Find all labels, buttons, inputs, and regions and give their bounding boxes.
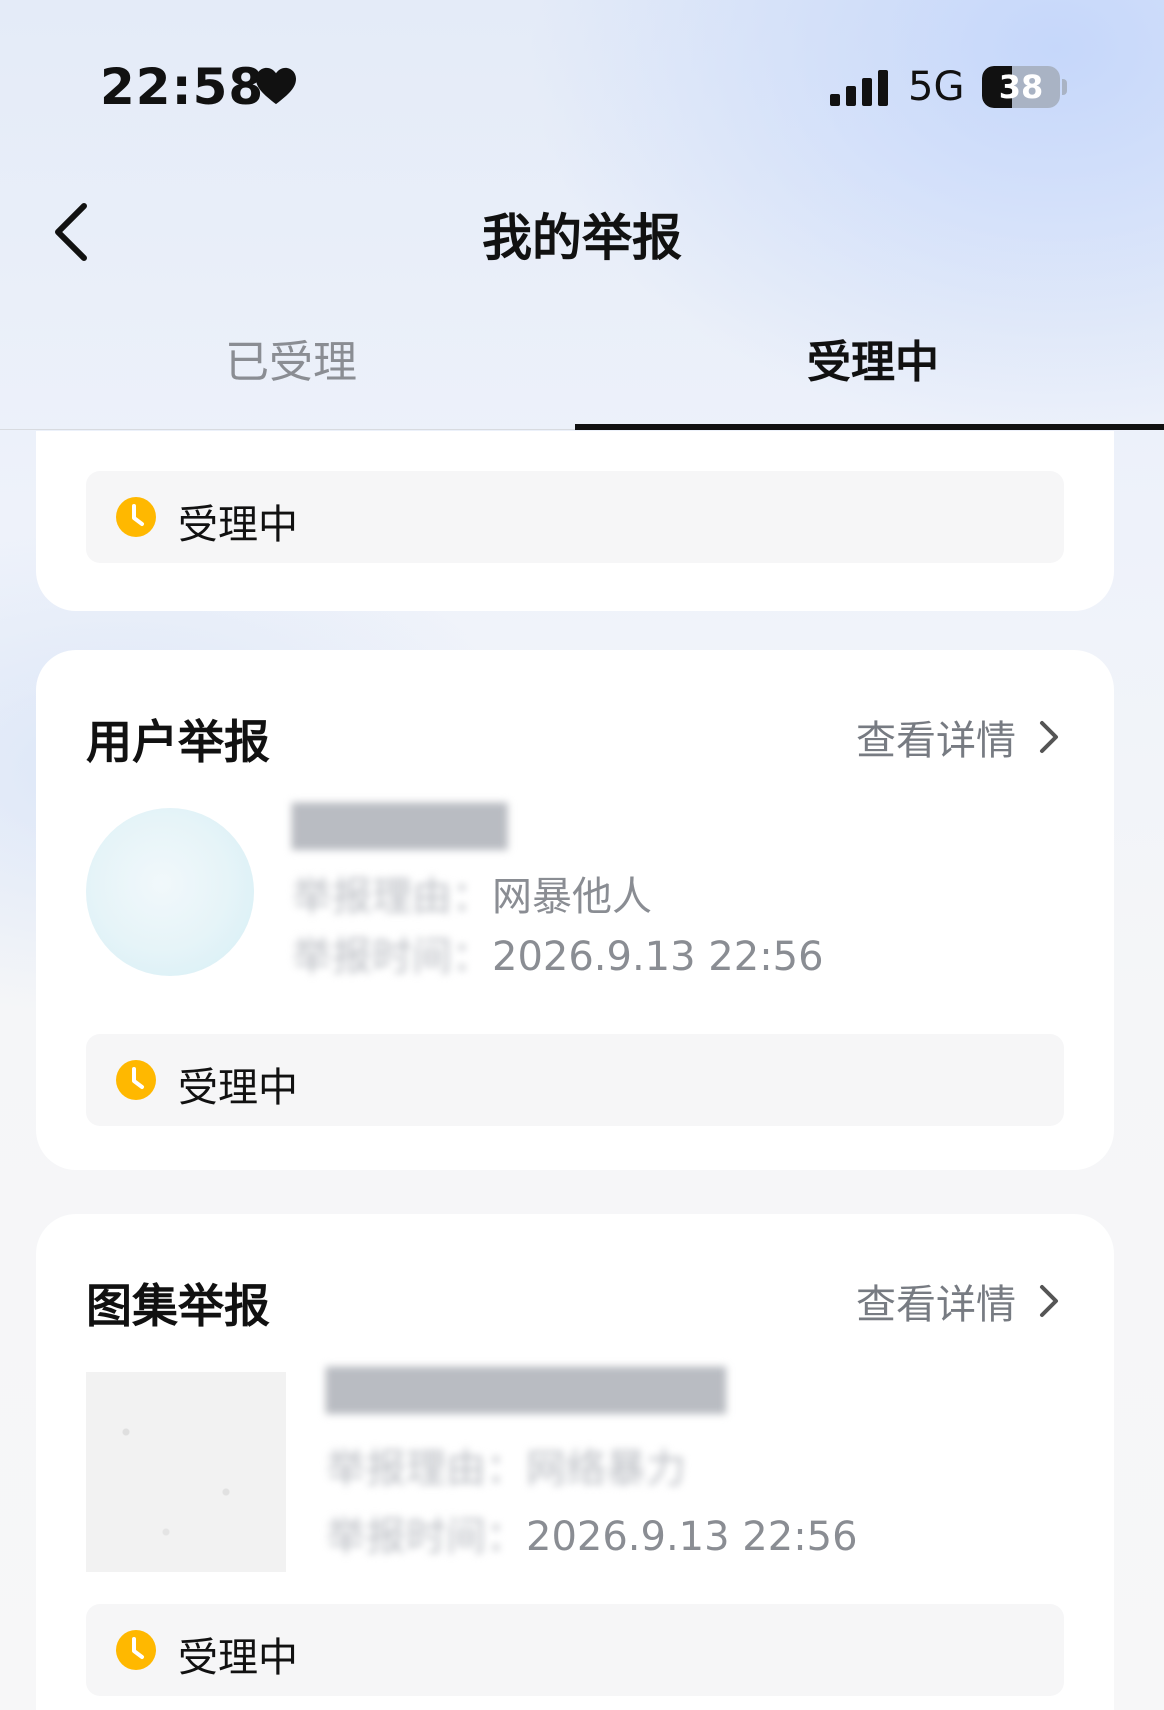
report-card[interactable]: 用户举报 查看详情 ███████ 举报理由：网暴他人 举报时间：2026.9.… [36, 650, 1114, 1170]
active-tab-indicator [575, 424, 1164, 430]
status-label: 受理中 [178, 502, 298, 548]
status-label: 受理中 [178, 1065, 298, 1111]
status-box: 受理中 [86, 471, 1064, 563]
clock-icon [116, 1060, 156, 1100]
report-time-value: 2026.9.13 22:56 [492, 934, 824, 980]
report-list[interactable]: 受理中 用户举报 查看详情 ███████ 举报理由：网暴他人 举报时间：202… [0, 431, 1164, 1710]
view-details-link[interactable]: 查看详情 [856, 1272, 1062, 1330]
page-title: 我的举报 [482, 209, 682, 267]
battery-percent: 38 [998, 68, 1044, 106]
card-title: 图集举报 [86, 1279, 270, 1333]
status-bar: 22:58 5G 38 [0, 0, 1164, 140]
report-reason-value: 网络暴力 [526, 1446, 686, 1492]
report-time-value: 2026.9.13 22:56 [526, 1514, 858, 1560]
reported-name: ███████ [292, 804, 508, 850]
status-label: 受理中 [178, 1635, 298, 1681]
report-reason-label: 举报理由： [326, 1446, 526, 1492]
report-card[interactable]: 图集举报 查看详情 █████████████ 举报理由：网络暴力 举报时间：2… [36, 1214, 1114, 1710]
report-time-label: 举报时间： [292, 934, 492, 980]
reported-user-avatar [86, 808, 254, 976]
report-card: 受理中 [36, 431, 1114, 611]
report-time: 举报时间：2026.9.13 22:56 [326, 1504, 858, 1562]
view-details-link[interactable]: 查看详情 [856, 708, 1062, 766]
report-time-label: 举报时间： [326, 1514, 526, 1560]
view-details-label: 查看详情 [856, 718, 1016, 764]
tab-bar: 已受理 受理中 [0, 320, 1164, 430]
chevron-right-icon [1040, 1285, 1058, 1317]
view-details-label: 查看详情 [856, 1282, 1016, 1328]
status-time: 22:58 [100, 58, 265, 116]
report-time: 举报时间：2026.9.13 22:56 [292, 924, 824, 982]
signal-icon [830, 70, 888, 106]
card-title: 用户举报 [86, 715, 270, 769]
battery-icon: 38 [982, 66, 1060, 108]
report-reason: 举报理由：网络暴力 [326, 1436, 686, 1494]
report-reason-value: 网暴他人 [492, 874, 652, 920]
reported-name: █████████████ [326, 1368, 726, 1414]
report-reason: 举报理由：网暴他人 [292, 864, 652, 922]
clock-icon [116, 497, 156, 537]
network-type: 5G [908, 64, 965, 110]
heart-icon [256, 67, 296, 105]
gallery-thumbnail [86, 1372, 286, 1572]
chevron-right-icon [1040, 721, 1058, 753]
page: 22:58 5G 38 我的举报 已受理 受理中 受理中 用户举报 查看详情 █… [0, 0, 1164, 1710]
tab-accepted[interactable]: 已受理 [0, 320, 582, 430]
status-box: 受理中 [86, 1034, 1064, 1126]
status-box: 受理中 [86, 1604, 1064, 1696]
clock-icon [116, 1630, 156, 1670]
tab-processing[interactable]: 受理中 [582, 320, 1164, 430]
battery-tip [1062, 79, 1067, 95]
report-reason-label: 举报理由： [292, 874, 492, 920]
